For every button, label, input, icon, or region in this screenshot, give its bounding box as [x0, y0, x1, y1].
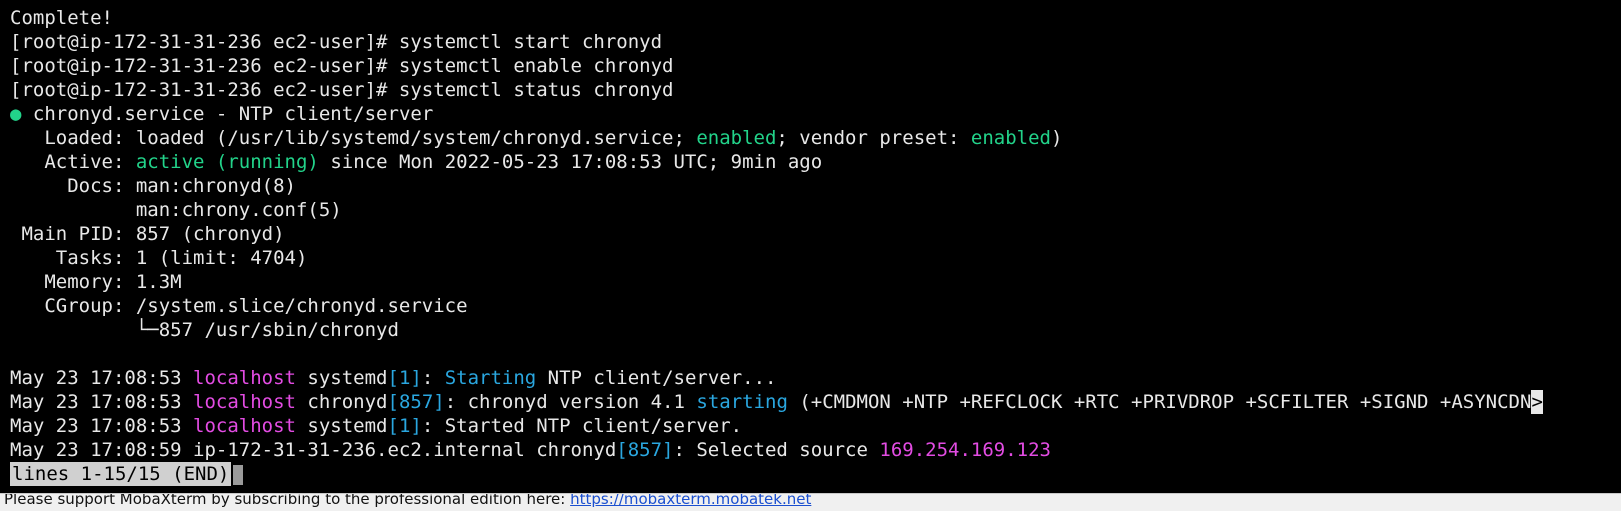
footer-text: Please support MobaXterm by subscribing …: [4, 493, 571, 508]
active-label: Active:: [10, 151, 136, 173]
docs-line: Docs: man:chronyd(8): [10, 175, 296, 197]
active-since: since Mon 2022-05-23 17:08:53 UTC; 9min …: [318, 151, 823, 173]
log-pid: [857]: [387, 391, 445, 413]
log-pid: [1]: [387, 415, 422, 437]
memory: Memory: 1.3M: [10, 271, 182, 293]
status-dot-icon: ●: [10, 103, 22, 125]
cgroup-child: └─857 /usr/sbin/chronyd: [10, 319, 399, 341]
truncation-marker: >: [1531, 390, 1543, 414]
preset-state: enabled: [970, 127, 1051, 149]
terminal-line: [root@ip-172-31-31-236 ec2-user]# system…: [0, 54, 1621, 78]
terminal-cursor: [233, 464, 244, 485]
terminal-line: Main PID: 857 (chronyd): [0, 222, 1621, 246]
status-footer: Please support MobaXterm by subscribing …: [0, 493, 1621, 511]
terminal-line: └─857 /usr/sbin/chronyd: [0, 318, 1621, 342]
log-separator: :: [421, 367, 445, 389]
paren: ): [1050, 127, 1063, 149]
footer-link[interactable]: https://mobaxterm.mobatek.net: [570, 494, 811, 508]
log-pid: [857]: [616, 439, 674, 461]
log-line: May 23 17:08:53 localhost chronyd[857]: …: [0, 390, 1621, 414]
vendor-preset-label: ; vendor preset:: [776, 127, 971, 149]
log-ip-address: 169.254.169.123: [879, 439, 1051, 461]
log-host: localhost: [193, 391, 296, 413]
enabled-state: enabled: [696, 127, 777, 149]
docs-line: man:chrony.conf(5): [10, 199, 342, 221]
tasks: Tasks: 1 (limit: 4704): [10, 247, 308, 269]
terminal-line: Active: active (running) since Mon 2022-…: [0, 150, 1621, 174]
terminal-line: Loaded: loaded (/usr/lib/systemd/system/…: [0, 126, 1621, 150]
terminal-line: Tasks: 1 (limit: 4704): [0, 246, 1621, 270]
log-timestamp: May 23 17:08:53: [10, 367, 194, 389]
terminal-line: [root@ip-172-31-31-236 ec2-user]# system…: [0, 78, 1621, 102]
log-message: NTP client/server...: [536, 367, 777, 389]
command-text: [root@ip-172-31-31-236 ec2-user]# system…: [10, 31, 663, 53]
log-process: chronyd: [295, 391, 388, 413]
command-text: [root@ip-172-31-31-236 ec2-user]# system…: [10, 79, 674, 101]
active-state: active (running): [135, 151, 319, 173]
pager-line: lines 1-15/15 (END): [0, 462, 1621, 486]
log-message: : Selected source: [673, 439, 880, 461]
log-message: : chronyd version 4.1: [444, 391, 697, 413]
output-text: Complete!: [10, 7, 113, 29]
log-pid: [1]: [387, 367, 422, 389]
service-title: chronyd.service - NTP client/server: [21, 103, 434, 125]
log-keyword: starting: [696, 391, 788, 413]
log-process: systemd: [295, 415, 388, 437]
terminal-line: Docs: man:chronyd(8): [0, 174, 1621, 198]
log-timestamp: May 23 17:08:59 ip-172-31-31-236.ec2.int…: [10, 439, 617, 461]
loaded-label: Loaded: loaded (/usr/lib/systemd/system/…: [10, 127, 697, 149]
terminal-window[interactable]: Complete! [root@ip-172-31-31-236 ec2-use…: [0, 0, 1621, 493]
log-keyword: Starting: [444, 367, 537, 389]
log-host: localhost: [193, 367, 296, 389]
cgroup: CGroup: /system.slice/chronyd.service: [10, 295, 468, 317]
pager-status: lines 1-15/15 (END): [10, 462, 232, 486]
terminal-line: man:chrony.conf(5): [0, 198, 1621, 222]
terminal-line: ● chronyd.service - NTP client/server: [0, 102, 1621, 126]
log-message: : Started NTP client/server.: [421, 415, 743, 437]
log-message: (+CMDMON +NTP +REFCLOCK +RTC +PRIVDROP +…: [787, 391, 1532, 413]
command-text: [root@ip-172-31-31-236 ec2-user]# system…: [10, 55, 674, 77]
terminal-line: Complete!: [0, 6, 1621, 30]
log-timestamp: May 23 17:08:53: [10, 391, 194, 413]
log-line: May 23 17:08:53 localhost systemd[1]: St…: [0, 366, 1621, 390]
terminal-line: [root@ip-172-31-31-236 ec2-user]# system…: [0, 30, 1621, 54]
log-process: systemd: [295, 367, 388, 389]
log-timestamp: May 23 17:08:53: [10, 415, 194, 437]
main-pid: Main PID: 857 (chronyd): [10, 223, 285, 245]
log-line: May 23 17:08:59 ip-172-31-31-236.ec2.int…: [0, 438, 1621, 462]
terminal-line: CGroup: /system.slice/chronyd.service: [0, 294, 1621, 318]
terminal-line: Memory: 1.3M: [0, 270, 1621, 294]
log-host: localhost: [193, 415, 296, 437]
log-line: May 23 17:08:53 localhost systemd[1]: St…: [0, 414, 1621, 438]
